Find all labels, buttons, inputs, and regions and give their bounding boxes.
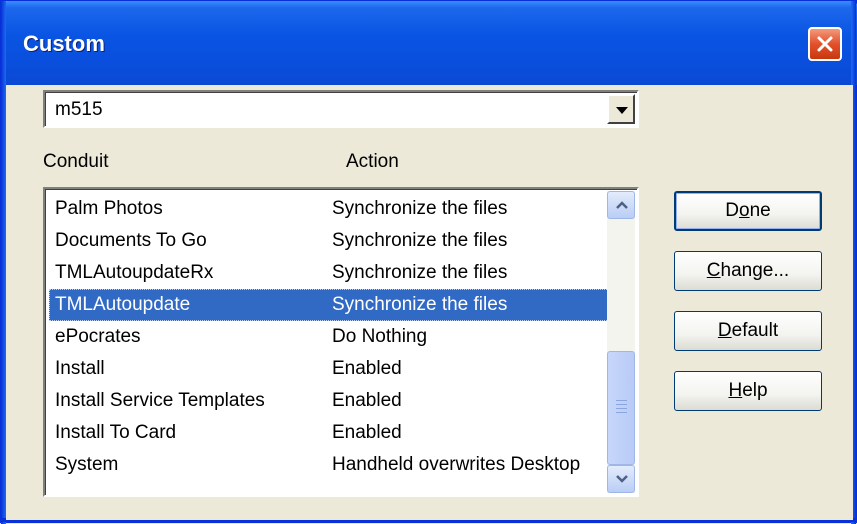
list-item[interactable]: Install Service Templates Enabled — [49, 385, 609, 417]
scroll-up-button[interactable] — [607, 191, 635, 219]
close-icon — [817, 36, 833, 52]
title-bar[interactable]: Custom — [1, 1, 857, 85]
conduit-name: ePocrates — [55, 326, 141, 347]
list-item[interactable]: ePocrates Do Nothing — [49, 321, 609, 353]
profile-combo-value: m515 — [55, 99, 103, 120]
chevron-down-icon — [616, 107, 628, 114]
list-item[interactable]: TMLAutoupdateRx Synchronize the files — [49, 257, 609, 289]
help-button[interactable]: Help — [674, 371, 822, 411]
scroll-down-button[interactable] — [607, 465, 635, 493]
conduit-name: Install Service Templates — [55, 390, 265, 411]
grip-line — [616, 404, 627, 405]
conduit-name: TMLAutoupdate — [55, 294, 191, 315]
conduit-action: Synchronize the files — [332, 262, 508, 283]
conduit-name: Install — [55, 358, 105, 379]
conduit-action: Synchronize the files — [332, 198, 508, 219]
chevron-down-icon — [616, 475, 628, 483]
grip-line — [616, 412, 627, 413]
conduit-column-header: Conduit — [43, 151, 109, 172]
grip-line — [616, 400, 627, 401]
list-item[interactable]: Install To Card Enabled — [49, 417, 609, 449]
action-column-header: Action — [346, 151, 399, 172]
conduit-action: Synchronize the files — [332, 230, 508, 251]
conduit-name: Palm Photos — [55, 198, 163, 219]
list-item[interactable]: Documents To Go Synchronize the files — [49, 225, 609, 257]
conduit-action: Enabled — [332, 390, 402, 411]
list-item[interactable]: Palm Photos Synchronize the files — [49, 193, 609, 225]
profile-combo[interactable]: m515 — [43, 90, 639, 128]
conduit-action: Enabled — [332, 422, 402, 443]
conduit-action: Enabled — [332, 358, 402, 379]
conduit-name: TMLAutoupdateRx — [55, 262, 214, 283]
done-button[interactable]: Done — [674, 191, 822, 231]
conduit-list[interactable]: Palm Photos Synchronize the files Document… — [43, 187, 639, 497]
scroll-thumb[interactable] — [607, 351, 635, 465]
chevron-up-icon — [616, 201, 628, 209]
conduit-action: Do Nothing — [332, 326, 428, 347]
conduit-name: System — [55, 454, 119, 475]
change-button[interactable]: Change... — [674, 251, 822, 291]
conduit-rows: Palm Photos Synchronize the files Document… — [49, 193, 609, 481]
vertical-scrollbar[interactable] — [607, 191, 635, 493]
list-item[interactable]: System Handheld overwrites Desktop — [49, 449, 609, 481]
list-item[interactable]: Install Enabled — [49, 353, 609, 385]
conduit-name: Documents To Go — [55, 230, 207, 251]
default-button[interactable]: Default — [674, 311, 822, 351]
conduit-action: Synchronize the files — [332, 294, 508, 315]
list-item[interactable]: TMLAutoupdate Synchronize the files — [49, 289, 609, 321]
window-title: Custom — [23, 31, 105, 56]
conduit-action: Handheld overwrites Desktop — [332, 454, 581, 475]
custom-dialog: Custom m515 Conduit Action Palm Photos Sy… — [0, 0, 857, 524]
conduit-name: Install To Card — [55, 422, 177, 443]
profile-combo-dropdown-button[interactable] — [607, 94, 635, 124]
close-button[interactable] — [808, 27, 842, 61]
grip-line — [616, 408, 627, 409]
